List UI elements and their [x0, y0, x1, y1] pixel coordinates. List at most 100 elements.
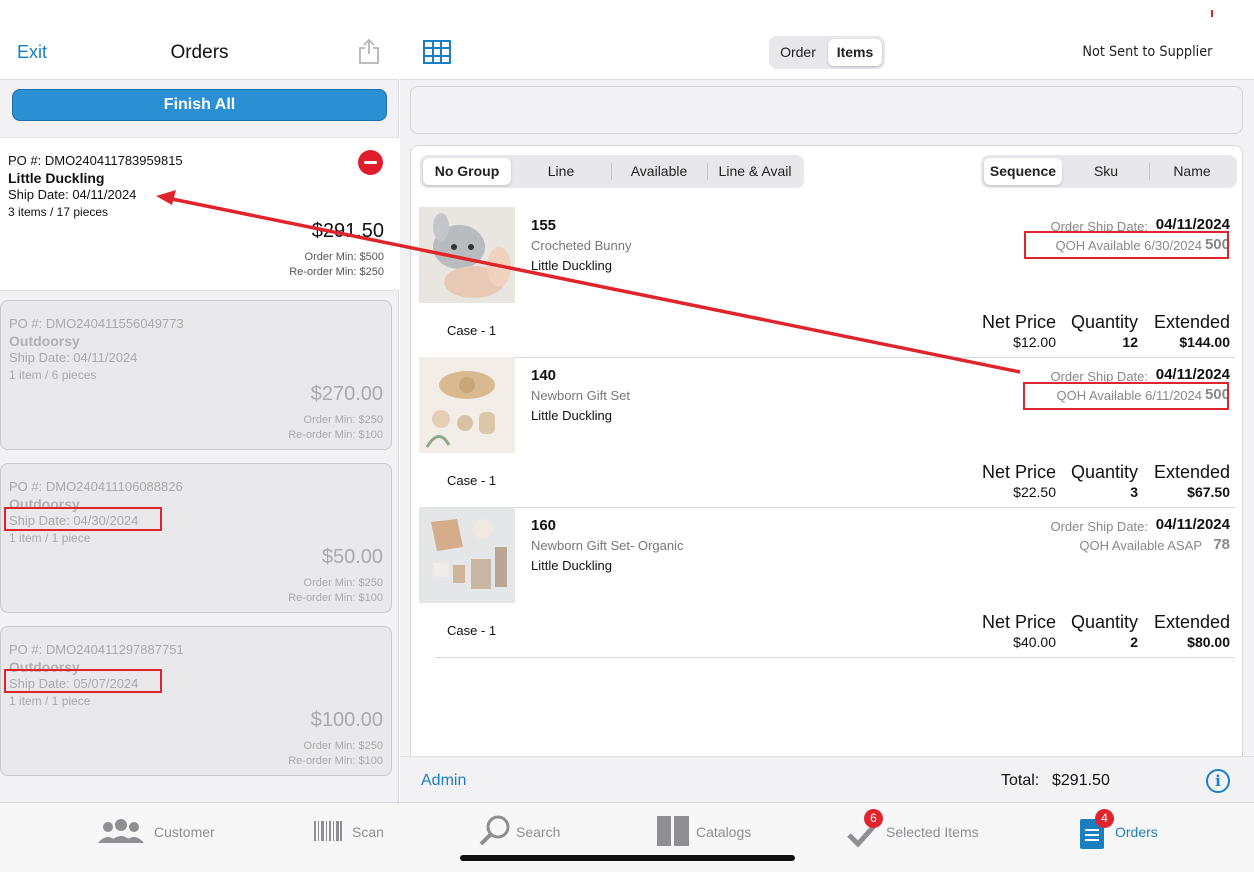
order-card-active[interactable]: PO #: DMO240411783959815 Little Duckling…: [0, 137, 399, 291]
extended-header: Extended: [1153, 612, 1230, 632]
tab-available[interactable]: Available: [612, 158, 706, 185]
reorder-min: Re-order Min: $250: [289, 266, 384, 278]
reorder-min: Re-order Min: $100: [288, 592, 383, 604]
quantity-value[interactable]: 2: [1130, 634, 1138, 650]
tab-sequence[interactable]: Sequence: [984, 158, 1062, 185]
tab-label: Scan: [352, 824, 384, 840]
tab-sku[interactable]: Sku: [1065, 158, 1147, 185]
segment-divider: [1149, 163, 1150, 180]
orders-badge: 4: [1095, 809, 1114, 828]
item-number: 160: [531, 517, 557, 534]
order-card[interactable]: PO #: DMO240411556049773 Outdoorsy Ship …: [0, 300, 392, 450]
orders-header: Exit Orders: [0, 0, 399, 80]
order-vendor-name: Outdoorsy: [9, 333, 80, 349]
total-value: $291.50: [1052, 772, 1110, 789]
extended-header: Extended: [1153, 312, 1230, 332]
item-vendor: Little Duckling: [531, 258, 612, 273]
order-po-number: PO #: DMO240411556049773: [9, 316, 184, 331]
view-segmented-control: Order Items: [769, 36, 885, 69]
finish-all-button[interactable]: Finish All: [12, 89, 387, 121]
admin-button[interactable]: Admin: [421, 772, 466, 790]
orders-pane: Exit Orders Finish All PO #: DMO24041178…: [0, 0, 399, 802]
info-icon[interactable]: i: [1206, 769, 1230, 793]
total-label: Total:: [1001, 772, 1040, 789]
order-card[interactable]: PO #: DMO240411106088826 Outdoorsy Ship …: [0, 463, 392, 613]
highlight-box: [4, 507, 162, 531]
tab-customer[interactable]: Customer: [98, 815, 228, 851]
detail-header: Order Items Not Sent to Supplier: [400, 0, 1254, 80]
order-total: $100.00: [310, 709, 383, 731]
product-image-bunny[interactable]: [419, 207, 515, 303]
product-image-gift-set[interactable]: [419, 357, 515, 453]
tab-label: Customer: [154, 824, 215, 840]
item-row[interactable]: 140 Newborn Gift Set Little Duckling Ord…: [411, 357, 1244, 507]
item-ship-date: 04/11/2024: [1155, 516, 1230, 533]
item-ship-date: 04/11/2024: [1155, 366, 1230, 383]
net-price-header: Net Price: [981, 312, 1056, 332]
tab-scan[interactable]: Scan: [314, 815, 394, 851]
order-item-count: 1 item / 6 pieces: [9, 368, 97, 382]
tab-name[interactable]: Name: [1151, 158, 1233, 185]
order-status: Not Sent to Supplier: [1081, 44, 1212, 60]
order-ship-date: Ship Date: 04/11/2024: [8, 187, 137, 202]
item-case: Case - 1: [447, 473, 497, 488]
highlight-box: [4, 669, 162, 693]
quantity-value[interactable]: 12: [1122, 334, 1138, 350]
tab-order[interactable]: Order: [772, 39, 824, 66]
item-number: 155: [531, 217, 557, 234]
order-po-number: PO #: DMO240411783959815: [8, 153, 183, 168]
order-item-count: 1 item / 1 piece: [9, 694, 91, 708]
order-detail-pane: Order Items Not Sent to Supplier No Grou…: [400, 0, 1254, 802]
order-card[interactable]: PO #: DMO240411297887751 Outdoorsy Ship …: [0, 626, 392, 776]
item-description: Crocheted Bunny: [531, 238, 632, 253]
home-indicator: [460, 855, 795, 861]
quantity-value[interactable]: 3: [1130, 484, 1138, 500]
reorder-min: Re-order Min: $100: [288, 755, 383, 767]
net-price-value: $12.00: [1013, 334, 1056, 350]
tab-no-group[interactable]: No Group: [423, 158, 511, 185]
tab-label: Selected Items: [886, 824, 979, 840]
order-min: Order Min: $250: [303, 414, 383, 426]
item-row[interactable]: 155 Crocheted Bunny Little Duckling Orde…: [411, 207, 1244, 357]
item-qoh-value: 78: [1213, 536, 1230, 553]
order-total: $291.50: [311, 220, 384, 242]
items-panel: No Group Line Available Line & Avail Seq…: [410, 145, 1243, 757]
tab-label: Search: [516, 824, 561, 840]
order-item-count: 3 items / 17 pieces: [8, 205, 109, 219]
quantity-header: Quantity: [1070, 462, 1138, 482]
extended-value: $80.00: [1187, 634, 1230, 650]
item-description: Newborn Gift Set: [531, 388, 630, 403]
net-price-header: Net Price: [981, 612, 1056, 632]
tab-selected-items[interactable]: 6 Selected Items: [847, 809, 987, 851]
tab-search[interactable]: Search: [479, 815, 569, 851]
extended-header: Extended: [1153, 462, 1230, 482]
tab-line-avail[interactable]: Line & Avail: [708, 158, 802, 185]
order-total: $50.00: [321, 546, 383, 568]
remove-order-icon[interactable]: [358, 150, 383, 175]
tab-bar: Customer Scan Search Catalogs 6 Selected…: [0, 802, 1254, 872]
net-price-header: Net Price: [981, 462, 1056, 482]
share-icon[interactable]: [358, 38, 380, 64]
notes-field[interactable]: [410, 86, 1243, 134]
tab-orders[interactable]: 4 Orders: [1080, 809, 1170, 851]
customers-icon: [98, 819, 144, 843]
page-title: Orders: [170, 42, 229, 63]
tab-line[interactable]: Line: [515, 158, 607, 185]
tab-label: Catalogs: [696, 824, 752, 840]
grid-layout-icon[interactable]: [423, 40, 451, 64]
status-indicator: [1211, 10, 1213, 17]
search-icon: [479, 815, 510, 846]
tab-items[interactable]: Items: [828, 39, 882, 66]
order-min: Order Min: $250: [303, 740, 383, 752]
order-item-count: 1 item / 1 piece: [9, 531, 91, 545]
item-row[interactable]: 160 Newborn Gift Set- Organic Little Duc…: [411, 507, 1244, 657]
group-segmented-control: No Group Line Available Line & Avail: [420, 155, 804, 188]
quantity-header: Quantity: [1070, 612, 1138, 632]
order-ship-date: Ship Date: 04/11/2024: [9, 350, 138, 365]
item-case: Case - 1: [447, 323, 497, 338]
highlight-box: [1023, 382, 1229, 410]
tab-catalogs[interactable]: Catalogs: [657, 815, 767, 851]
catalogs-icon: [657, 816, 689, 846]
order-total: $270.00: [310, 383, 383, 405]
product-image-organic-set[interactable]: [419, 507, 515, 603]
